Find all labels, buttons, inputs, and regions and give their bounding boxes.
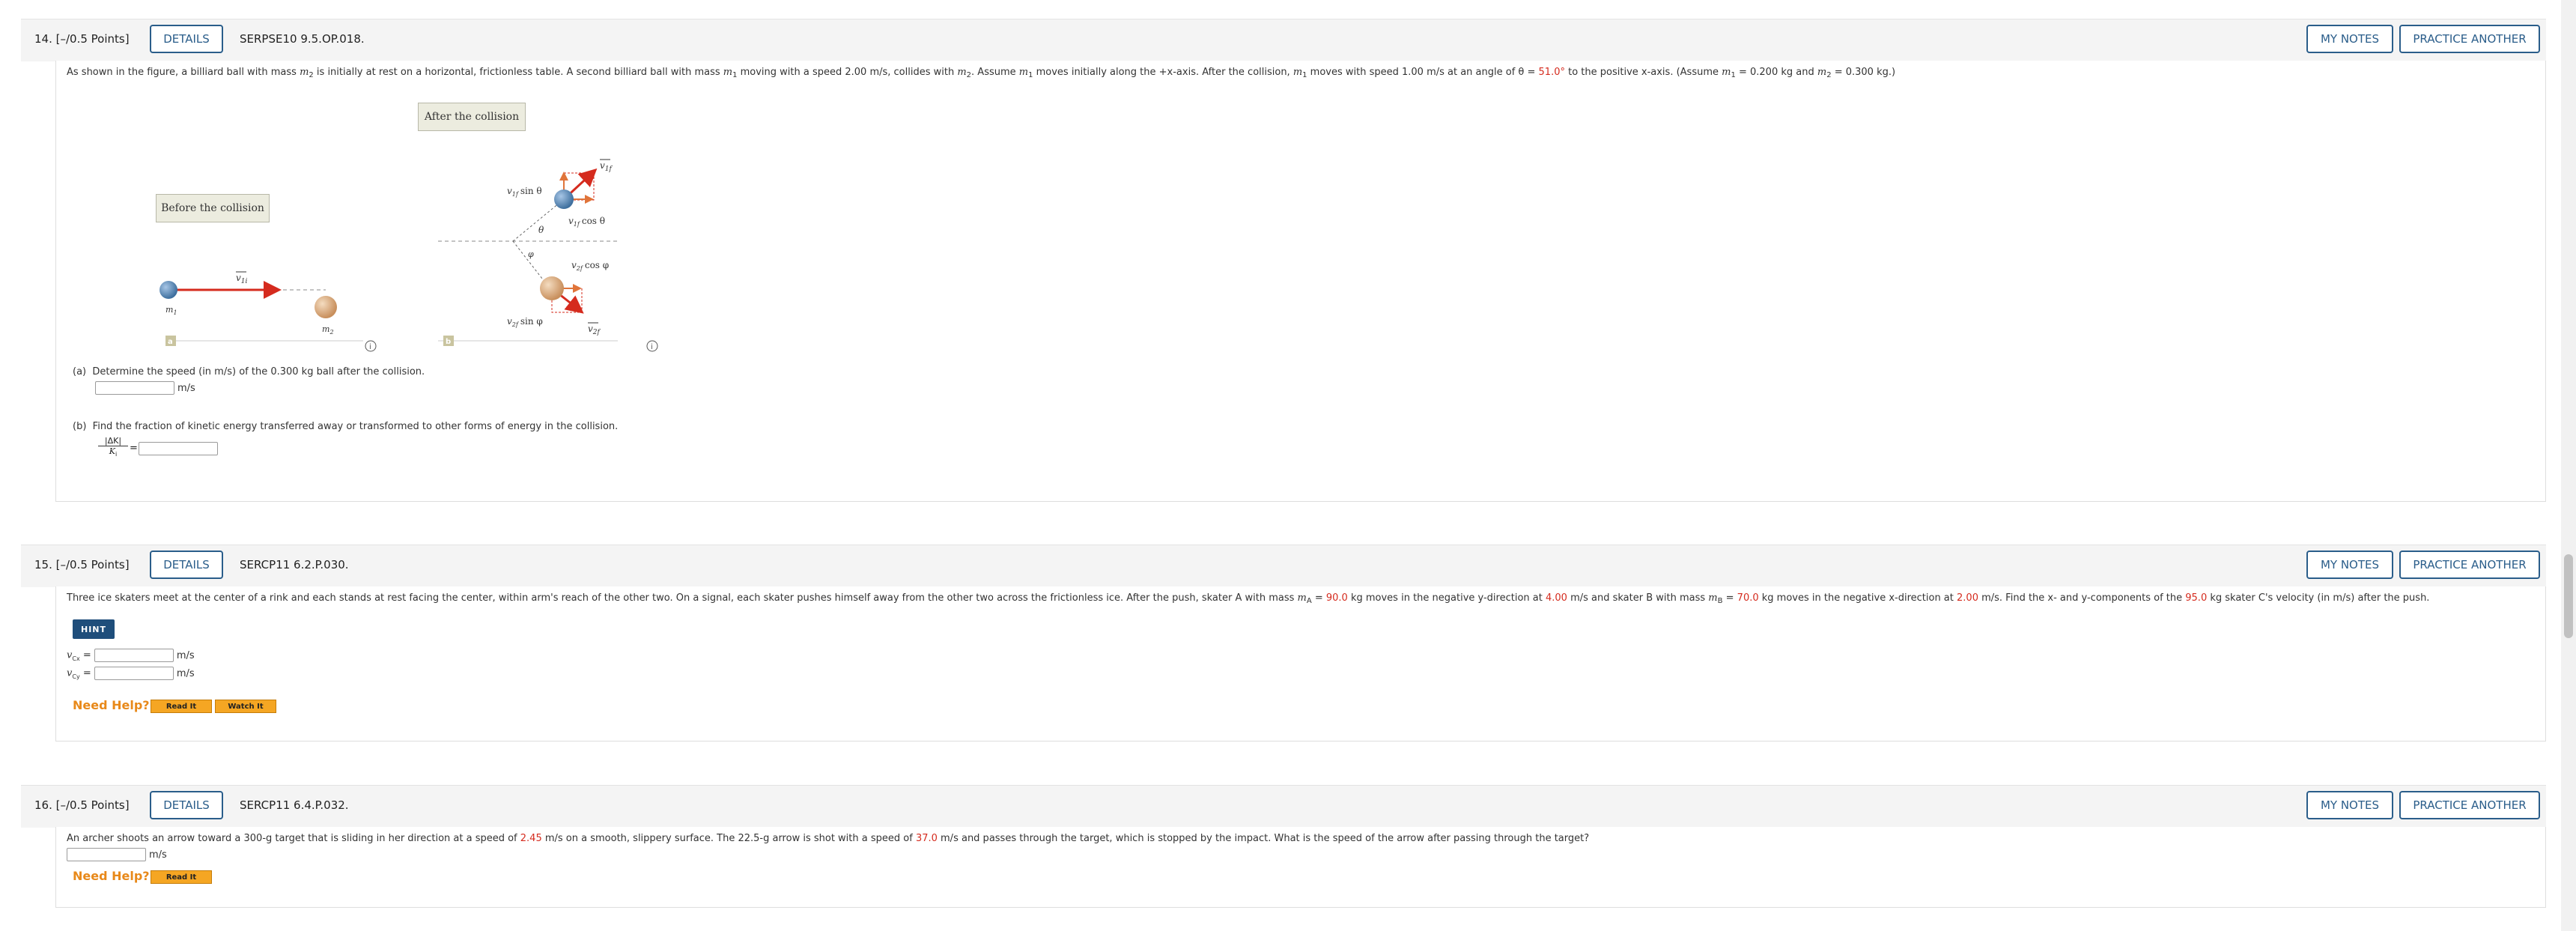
question-body: An archer shoots an arrow toward a 300-g…: [55, 827, 2546, 908]
v1f-sin-label: sin θ: [520, 186, 542, 196]
vcy-row: vCy = m/s: [67, 667, 195, 681]
ball-m2: [315, 296, 337, 318]
equals-sign: =: [130, 443, 138, 454]
question-code: SERCP11 6.2.P.030.: [240, 558, 349, 571]
my-notes-button[interactable]: MY NOTES: [2306, 25, 2393, 53]
practice-another-button[interactable]: PRACTICE ANOTHER: [2399, 25, 2540, 53]
answer-row: m/s: [67, 848, 167, 861]
v2f-cos-label: cos φ: [585, 260, 609, 270]
details-button[interactable]: DETAILS: [150, 791, 223, 819]
fraction-denominator: Ki: [109, 446, 118, 458]
question-16: 16. [–/0.5 Points] DETAILS SERCP11 6.4.P…: [21, 785, 2546, 908]
v1f-cos-label: cos θ: [582, 216, 605, 226]
question-body: Three ice skaters meet at the center of …: [55, 586, 2546, 742]
problem-text: An archer shoots an arrow toward a 300-g…: [67, 833, 1590, 844]
question-header: 15. [–/0.5 Points] DETAILS SERCP11 6.2.P…: [21, 545, 2546, 587]
svg-text:i: i: [369, 343, 371, 351]
question-15: 15. [–/0.5 Points] DETAILS SERCP11 6.2.P…: [21, 545, 2546, 742]
practice-another-button[interactable]: PRACTICE ANOTHER: [2399, 791, 2540, 819]
ball-m1: [160, 281, 177, 299]
question-code: SERCP11 6.4.P.032.: [240, 798, 349, 812]
svg-text:v2f: v2f: [588, 324, 601, 336]
panel-b-tag: b: [446, 338, 451, 346]
my-notes-button[interactable]: MY NOTES: [2306, 551, 2393, 579]
part-b-input[interactable]: [139, 442, 218, 455]
question-14: 14. [–/0.5 Points] DETAILS SERPSE10 9.5.…: [21, 19, 2546, 502]
question-number: 15. [–/0.5 Points]: [34, 558, 130, 571]
vcy-input[interactable]: [94, 667, 174, 680]
question-number: 16. [–/0.5 Points]: [34, 798, 130, 812]
svg-text:v2fcos φ: v2f cos φ: [571, 260, 609, 272]
question-number: 14. [–/0.5 Points]: [34, 32, 130, 46]
question-body: As shown in the figure, a billiard ball …: [55, 61, 2546, 502]
collision-figure: v1i m1 m2 a i v1f v1f sin θ v1f cos θ v2…: [160, 159, 658, 352]
svg-text:m2: m2: [322, 324, 334, 336]
watch-it-button[interactable]: Watch It: [215, 700, 276, 713]
vcx-input[interactable]: [94, 649, 174, 662]
v2f-sin-label: sin φ: [520, 316, 543, 327]
svg-text:v1fsin θ: v1f sin θ: [507, 186, 542, 198]
question-code: SERPSE10 9.5.OP.018.: [240, 32, 365, 46]
svg-text:i: i: [651, 343, 653, 351]
panel-a-tag: a: [168, 338, 173, 346]
svg-text:m1: m1: [165, 305, 177, 316]
svg-text:v1f: v1f: [600, 160, 613, 173]
need-help-label: Need Help?: [73, 869, 150, 883]
hint-button[interactable]: HINT: [73, 619, 115, 639]
ball-m1-after: [554, 189, 574, 209]
ball-m2-after: [540, 276, 564, 300]
angle-value: 51.0°: [1538, 67, 1565, 78]
phi-label: φ: [528, 249, 534, 259]
fraction: |ΔK| Ki: [98, 436, 128, 458]
question-header: 14. [–/0.5 Points] DETAILS SERPSE10 9.5.…: [21, 19, 2546, 61]
svg-text:v1fcos θ: v1f cos θ: [568, 216, 605, 228]
problem-text: Three ice skaters meet at the center of …: [67, 592, 2430, 605]
part-a: (a) Determine the speed (in m/s) of the …: [73, 366, 425, 377]
theta-label: θ: [538, 225, 544, 235]
after-collision-label: After the collision: [418, 103, 526, 131]
part-a-input[interactable]: [95, 381, 174, 395]
practice-another-button[interactable]: PRACTICE ANOTHER: [2399, 551, 2540, 579]
scrollbar-thumb[interactable]: [2564, 554, 2573, 638]
panel-before: v1i m1 m2 a i: [160, 271, 377, 352]
scrollbar[interactable]: [2561, 0, 2576, 931]
details-button[interactable]: DETAILS: [150, 551, 223, 579]
svg-text:v1i: v1i: [236, 273, 248, 285]
m2-label: m: [322, 324, 329, 334]
arrow-speed-input[interactable]: [67, 848, 146, 861]
read-it-button[interactable]: Read It: [151, 700, 212, 713]
before-collision-label: Before the collision: [156, 194, 270, 222]
need-help-label: Need Help?: [73, 698, 150, 712]
part-a-answer: m/s: [95, 381, 195, 395]
read-it-button[interactable]: Read It: [151, 870, 212, 884]
details-button[interactable]: DETAILS: [150, 25, 223, 53]
part-b: (b) Find the fraction of kinetic energy …: [73, 421, 619, 432]
fraction-numerator: |ΔK|: [98, 436, 128, 446]
vcx-row: vCx = m/s: [67, 649, 195, 663]
svg-text:v2fsin φ: v2f sin φ: [507, 316, 543, 328]
my-notes-button[interactable]: MY NOTES: [2306, 791, 2393, 819]
m1-label: m: [165, 305, 173, 315]
panel-after: v1f v1f sin θ v1f cos θ v2f cos φ v2f sin φ …: [438, 159, 658, 352]
problem-text: As shown in the figure, a billiard ball …: [67, 67, 1896, 79]
question-header: 16. [–/0.5 Points] DETAILS SERCP11 6.4.P…: [21, 785, 2546, 828]
